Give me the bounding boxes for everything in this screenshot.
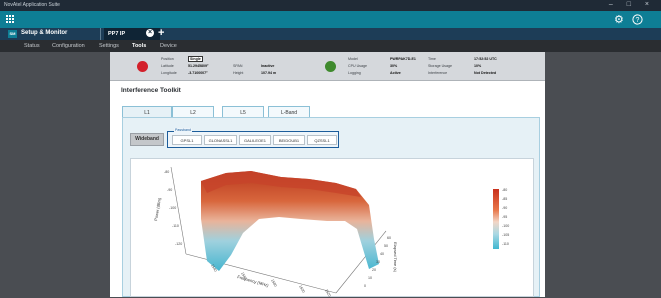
- latitude-value: 51.2945809°: [188, 64, 209, 68]
- y-axis-label: Power (dBm): [153, 197, 162, 222]
- setup-monitor-logo: SM: [8, 30, 17, 38]
- latitude-label: Latitude: [161, 64, 174, 68]
- colorbar-tick: -100: [502, 224, 509, 228]
- colorbar: [493, 189, 499, 249]
- passband-glonassl1-button[interactable]: GLONASSL1: [204, 135, 237, 145]
- cpu-label: CPU Usage: [348, 64, 367, 68]
- nav-device[interactable]: Device: [160, 43, 177, 49]
- z-tick: 60: [387, 236, 391, 240]
- time-label: Time: [428, 57, 436, 61]
- window-controls[interactable]: – □ ×: [609, 1, 655, 8]
- passband-beidoub1-button[interactable]: BEIDOUB1: [273, 135, 305, 145]
- colorbar-tick: -95: [502, 215, 507, 219]
- page-title: Interference Toolkit: [121, 87, 181, 94]
- app-tab-bar: SM Setup & Monitor PP7 IP × +: [0, 27, 661, 40]
- app-name: Setup & Monitor: [21, 30, 68, 36]
- longitude-value: -3.7100007°: [188, 71, 208, 75]
- longitude-label: Longitude: [161, 71, 177, 75]
- y-tick: -110: [172, 224, 179, 228]
- z-tick: 0: [364, 284, 366, 288]
- nav-tools[interactable]: Tools: [132, 43, 146, 49]
- status-strip: Position Single Latitude 51.2945809° Lon…: [110, 52, 545, 81]
- gear-icon[interactable]: ⚙: [614, 13, 624, 26]
- z-tick: 40: [380, 252, 384, 256]
- colorbar-tick: -110: [502, 242, 509, 246]
- y-tick: -90: [167, 188, 172, 192]
- device-tab-label: PP7 IP: [108, 31, 126, 37]
- z-tick: 30: [376, 260, 380, 264]
- position-value: Single: [188, 56, 203, 62]
- add-tab-button[interactable]: +: [158, 27, 164, 39]
- wideband-button[interactable]: Wideband: [130, 133, 164, 146]
- passband-gpsl1-button[interactable]: GPSL1: [172, 135, 202, 145]
- z-tick: 50: [384, 244, 388, 248]
- y-tick: -80: [164, 170, 169, 174]
- passband-galileoe1-button[interactable]: GALILEOE1: [239, 135, 271, 145]
- cpu-value: 30%: [390, 64, 398, 68]
- x-tick: 1600: [298, 285, 305, 294]
- z-tick: 10: [368, 276, 372, 280]
- interference-label: Interference: [428, 71, 448, 75]
- y-tick: -120: [175, 242, 182, 246]
- close-tab-icon[interactable]: ×: [146, 29, 154, 37]
- main-nav: Status Configuration Settings Tools Devi…: [0, 40, 661, 52]
- x-tick: 1580: [270, 279, 277, 288]
- x-axis-label: Frequency (MHz): [237, 274, 270, 288]
- app-bar: ⚙ ?: [0, 11, 661, 28]
- tab-divider: [100, 28, 101, 40]
- nav-configuration[interactable]: Configuration: [52, 43, 85, 49]
- height-value: 107.94 m: [261, 71, 277, 75]
- z-axis-label: Elapsed Time (s): [393, 242, 398, 273]
- model-label: Model: [348, 57, 358, 61]
- position-label: Position: [161, 57, 174, 61]
- model-status-indicator: [325, 61, 336, 72]
- z-tick: 20: [372, 268, 376, 272]
- colorbar-tick: -85: [502, 197, 507, 201]
- passband-group: Passband GPSL1 GLONASSL1 GALILEOE1 BEIDO…: [167, 128, 339, 148]
- power-axis-line: [170, 166, 187, 255]
- passband-qzssl1-button[interactable]: QZSSL1: [307, 135, 337, 145]
- colorbar-tick: -80: [502, 188, 507, 192]
- y-tick: -100: [169, 206, 176, 210]
- x-tick: 1620: [324, 289, 331, 298]
- position-status-indicator: [137, 61, 148, 72]
- model-value: PWRPAK7D-E1: [390, 57, 416, 61]
- svg-text:?: ?: [636, 17, 640, 24]
- ins-label: SPAN: [233, 64, 243, 68]
- interference-toolkit-panel: Interference Toolkit L1 L2 L5 L-Band Wid…: [110, 81, 545, 297]
- waterfall-svg: -80 -90 -100 -110 -120 Power (dBm) 1540 …: [153, 166, 509, 298]
- logging-label: Logging: [348, 71, 361, 75]
- storage-label: Storage Usage: [428, 64, 452, 68]
- logging-value: Active: [390, 71, 401, 75]
- passband-legend: Passband: [174, 128, 192, 132]
- window-title: NovAtel Application Suite: [4, 2, 60, 8]
- colorbar-tick: -90: [502, 206, 507, 210]
- help-circle-icon[interactable]: ?: [632, 13, 643, 28]
- time-value: 17:52:52 UTC: [474, 57, 497, 61]
- window-titlebar: NovAtel Application Suite – □ ×: [0, 0, 661, 11]
- colorbar-tick: -105: [502, 233, 509, 237]
- storage-value: 10%: [474, 64, 482, 68]
- spectrum-waterfall-plot[interactable]: -80 -90 -100 -110 -120 Power (dBm) 1540 …: [130, 158, 534, 297]
- height-label: Height: [233, 71, 244, 75]
- interference-value: Not Detected: [474, 71, 497, 75]
- ins-value: Inactive: [261, 64, 275, 68]
- nav-status[interactable]: Status: [24, 43, 40, 49]
- nav-settings[interactable]: Settings: [99, 43, 119, 49]
- app-launcher-icon[interactable]: [6, 15, 15, 24]
